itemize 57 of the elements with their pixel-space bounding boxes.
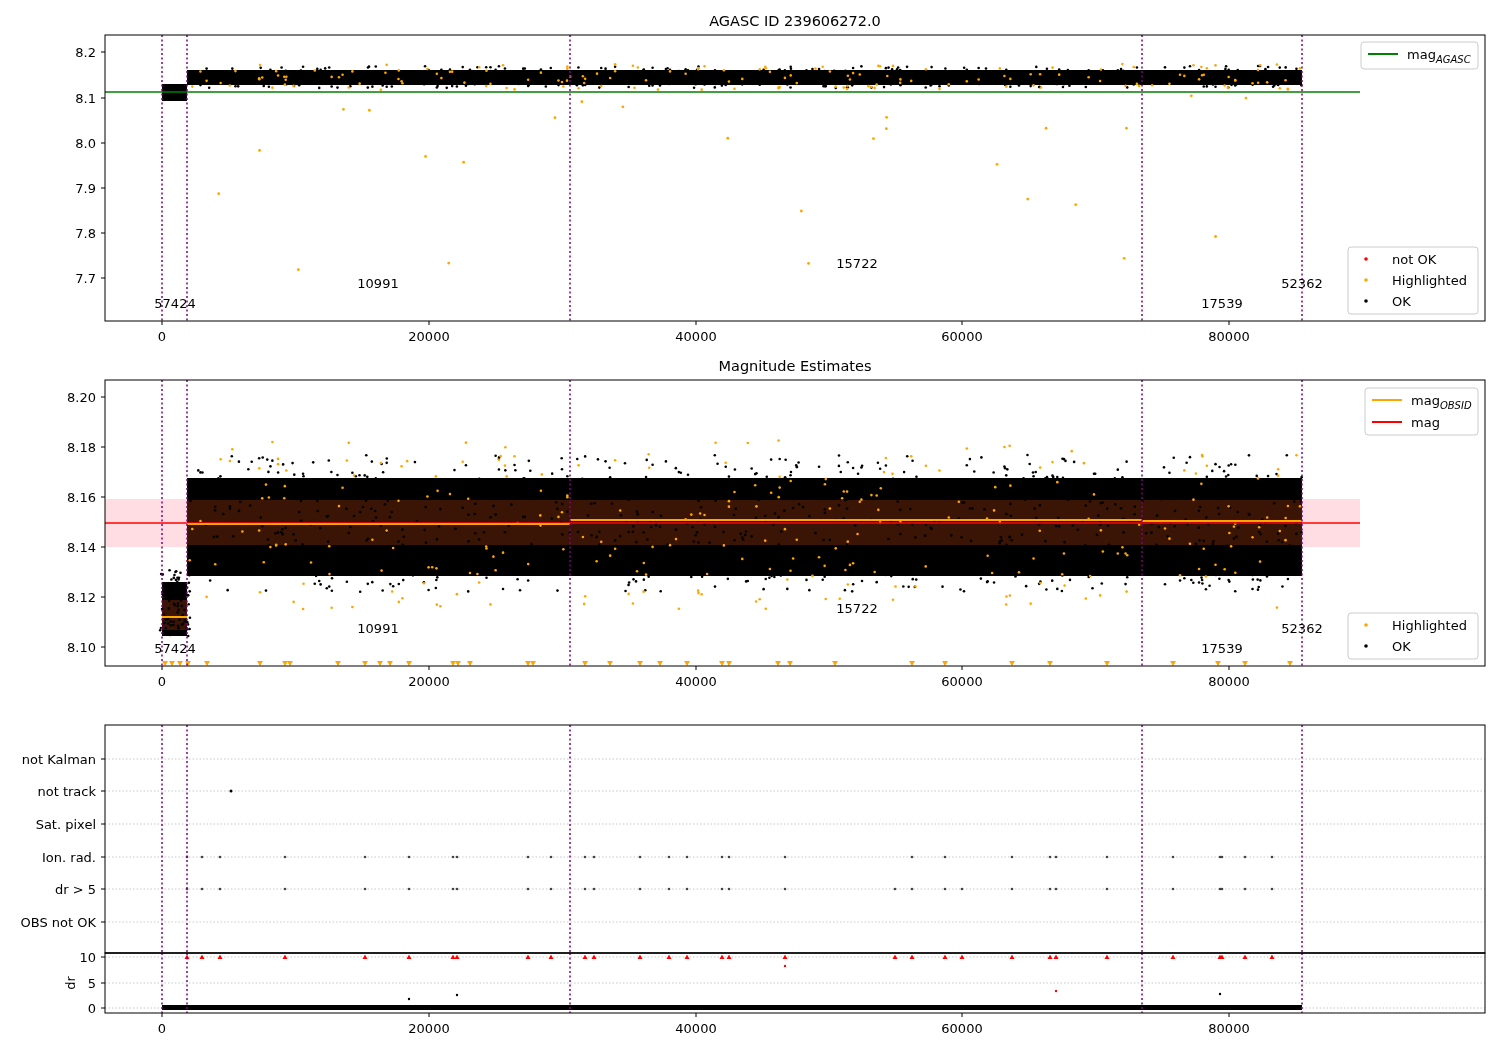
tick-label: OBS not OK xyxy=(20,915,96,930)
legend-label: not OK xyxy=(1392,252,1437,267)
tick-label: 40000 xyxy=(675,329,717,344)
tick-label: 0 xyxy=(157,329,167,344)
tick-label: 0 xyxy=(157,1021,167,1036)
tick-label: 0 xyxy=(157,674,167,689)
point-annotation: 15722 xyxy=(836,601,878,616)
tick-label: 7.8 xyxy=(75,226,96,241)
point-annotation: 57424 xyxy=(154,296,196,311)
tick-label: 8.18 xyxy=(67,440,96,455)
tick-label: 10 xyxy=(79,950,96,965)
axis-label: dr xyxy=(63,976,78,990)
tick-label: 7.7 xyxy=(75,271,96,286)
tick-label: 8.12 xyxy=(67,590,96,605)
tick-label: 60000 xyxy=(941,1021,983,1036)
point-annotation: 17539 xyxy=(1201,641,1243,656)
tick-label: 60000 xyxy=(941,329,983,344)
tick-label: 20000 xyxy=(408,674,450,689)
point-annotation: 57424 xyxy=(154,641,196,656)
tick-label: 80000 xyxy=(1208,674,1250,689)
tick-label: Ion. rad. xyxy=(42,850,96,865)
tick-label: 8.20 xyxy=(67,390,96,405)
tick-label: 5 xyxy=(87,976,96,991)
tick-label: 0 xyxy=(87,1001,96,1016)
tick-label: not track xyxy=(37,784,96,799)
tick-label: 80000 xyxy=(1208,1021,1250,1036)
legend-label: OK xyxy=(1392,294,1411,309)
tick-label: Sat. pixel xyxy=(35,817,96,832)
tick-label: 60000 xyxy=(941,674,983,689)
tick-label: not Kalman xyxy=(21,752,96,767)
tick-label: 8.2 xyxy=(75,45,96,60)
legend-label: mag xyxy=(1411,415,1440,430)
tick-label: 8.16 xyxy=(67,490,96,505)
legend-label: Highlighted xyxy=(1392,273,1467,288)
tick-label: dr > 5 xyxy=(54,882,96,897)
tick-label: 20000 xyxy=(408,1021,450,1036)
point-annotation: 17539 xyxy=(1201,296,1243,311)
point-annotation: 15722 xyxy=(836,256,878,271)
legend-label: OK xyxy=(1392,639,1411,654)
tick-label: 8.0 xyxy=(75,136,96,151)
plot-title: AGASC ID 239606272.0 xyxy=(709,13,881,29)
legend-label: Highlighted xyxy=(1392,618,1467,633)
tick-label: 8.14 xyxy=(67,540,96,555)
tick-label: 8.10 xyxy=(67,640,96,655)
point-annotation: 52362 xyxy=(1281,276,1323,291)
tick-label: 40000 xyxy=(675,674,717,689)
plot-title: Magnitude Estimates xyxy=(718,358,872,374)
tick-label: 80000 xyxy=(1208,329,1250,344)
point-annotation: 10991 xyxy=(357,276,399,291)
point-annotation: 52362 xyxy=(1281,621,1323,636)
tick-label: 7.9 xyxy=(75,181,96,196)
legend-label: mag$_{AGASC}$ xyxy=(1407,47,1471,65)
legend-label: mag$_{OBSID}$ xyxy=(1411,393,1472,411)
tick-label: 40000 xyxy=(675,1021,717,1036)
point-annotation: 10991 xyxy=(357,621,399,636)
tick-label: 8.1 xyxy=(75,91,96,106)
tick-label: 20000 xyxy=(408,329,450,344)
